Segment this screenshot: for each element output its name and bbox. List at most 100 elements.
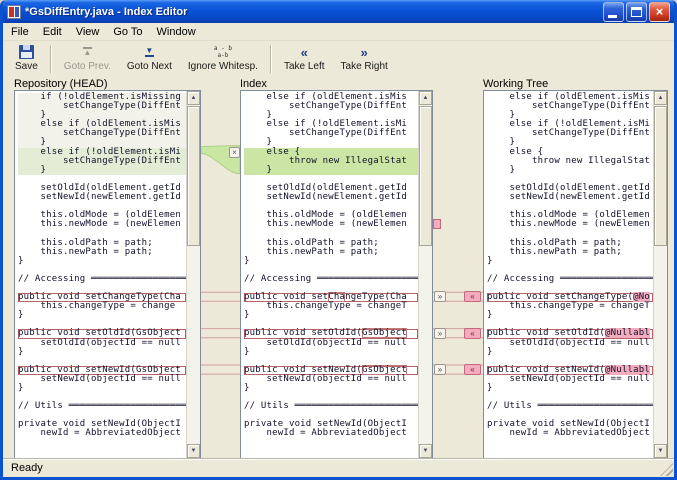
code-line: setOldId(objectId == null xyxy=(18,339,186,348)
code-line: setOldId(objectId == null xyxy=(244,339,418,348)
close-button[interactable]: × xyxy=(649,2,670,22)
code-line: } xyxy=(487,348,653,357)
minimize-icon xyxy=(608,15,617,18)
take-left-label: Take Left xyxy=(284,61,325,72)
copy-right-button[interactable]: » xyxy=(434,364,446,375)
close-icon: × xyxy=(650,3,669,21)
take-right-label: Take Right xyxy=(341,61,388,72)
code-line: setOldId(objectId == null xyxy=(487,339,653,348)
ignore-whitespace-icon: a - ba-b xyxy=(214,45,232,59)
goto-prev-label: Goto Prev. xyxy=(64,61,111,72)
code-line: setNewId(newElement.getId xyxy=(244,193,418,202)
code-line: } xyxy=(18,348,186,357)
code-line: } xyxy=(244,257,418,266)
toolbar-separator xyxy=(270,45,272,73)
title-bar[interactable]: *GsDiffEntry.java - Index Editor × xyxy=(3,0,674,23)
menu-goto[interactable]: Go To xyxy=(106,24,149,40)
scrollbar-index[interactable]: ▲ ▼ xyxy=(418,91,432,458)
code-line: } xyxy=(18,166,186,175)
code-line: newId = AbbreviatedObject xyxy=(244,429,418,438)
code-view-working-tree[interactable]: else if (oldElement.isMis setChangeType(… xyxy=(484,91,653,458)
minimize-button[interactable] xyxy=(603,2,624,22)
take-left-button[interactable]: « Take Left xyxy=(276,42,333,73)
scrollbar-repository[interactable]: ▲ ▼ xyxy=(186,91,200,458)
code-line: setNewId(objectId == null xyxy=(18,375,186,384)
code-view-repository[interactable]: if (!oldElement.isMissing setChangeType(… xyxy=(15,91,186,458)
copy-left-button[interactable]: « xyxy=(464,291,481,302)
code-line: } xyxy=(487,311,653,320)
change-connector-lines xyxy=(201,292,240,374)
window-controls: × xyxy=(603,2,670,22)
code-line: this.newPath = path; xyxy=(487,248,653,257)
code-line: this.newMode = (newElemen xyxy=(487,220,653,229)
window-title: *GsDiffEntry.java - Index Editor xyxy=(25,6,599,18)
diff-pane-index: else if (oldElement.isMis setChangeType(… xyxy=(240,90,433,459)
menu-edit[interactable]: Edit xyxy=(36,24,69,40)
ignore-whitespace-button[interactable]: a - ba-b Ignore Whitesp. xyxy=(180,42,266,73)
save-button[interactable]: Save xyxy=(7,42,46,73)
goto-prev-icon: ▲ xyxy=(83,47,92,57)
code-line: setNewId(objectId == null xyxy=(487,375,653,384)
take-right-button[interactable]: » Take Right xyxy=(333,42,396,73)
code-line: setNewId(newElement.getId xyxy=(487,193,653,202)
code-line: setNewId(objectId == null xyxy=(244,375,418,384)
goto-next-icon: ▼ xyxy=(145,47,154,57)
code-line: // Utils ═══════════════════════════════ xyxy=(487,402,653,411)
code-line: } xyxy=(244,348,418,357)
goto-prev-button[interactable]: ▲ Goto Prev. xyxy=(56,42,119,73)
scrollbar-working-tree[interactable]: ▲ ▼ xyxy=(653,91,667,458)
scroll-down-button[interactable]: ▼ xyxy=(419,444,432,458)
change-marker xyxy=(433,219,441,229)
diff-gutter-right: » « » « » « xyxy=(433,90,483,459)
code-line: } xyxy=(18,311,186,320)
copy-right-button[interactable]: » xyxy=(434,291,446,302)
copy-left-button[interactable]: « xyxy=(464,364,481,375)
pane-title-index: Index xyxy=(240,78,267,90)
diff-connector-right xyxy=(433,90,483,459)
scroll-down-button[interactable]: ▼ xyxy=(654,444,667,458)
goto-next-button[interactable]: ▼ Goto Next xyxy=(119,42,180,73)
scroll-up-button[interactable]: ▲ xyxy=(187,91,200,105)
diff-pane-repository: if (!oldElement.isMissing setChangeType(… xyxy=(14,90,201,459)
copy-right-button[interactable]: » xyxy=(434,328,446,339)
scroll-thumb[interactable] xyxy=(654,106,667,246)
code-line: } xyxy=(244,166,418,175)
code-line: this.changeType = changeT xyxy=(244,302,418,311)
scroll-up-button[interactable]: ▲ xyxy=(654,91,667,105)
code-line: } xyxy=(244,311,418,320)
diff-editor: Repository (HEAD) Index Working Tree if … xyxy=(3,78,674,458)
code-line: // Utils ═══════════════════════════════ xyxy=(18,402,186,411)
code-view-index[interactable]: else if (oldElement.isMis setChangeType(… xyxy=(241,91,418,458)
diff-connector-left xyxy=(201,90,240,459)
resize-grip[interactable] xyxy=(660,463,673,476)
code-line: } xyxy=(487,257,653,266)
code-line: } xyxy=(244,384,418,393)
app-window: *GsDiffEntry.java - Index Editor × File … xyxy=(0,0,677,480)
scroll-down-button[interactable]: ▼ xyxy=(187,444,200,458)
take-left-icon: « xyxy=(301,46,308,59)
code-line: // Utils ═══════════════════════════════ xyxy=(244,402,418,411)
toolbar: Save ▲ Goto Prev. ▼ Goto Next a - ba-b I… xyxy=(3,41,674,78)
scroll-thumb[interactable] xyxy=(419,106,432,246)
copy-left-button[interactable]: « xyxy=(464,328,481,339)
menu-file[interactable]: File xyxy=(4,24,36,40)
maximize-button[interactable] xyxy=(626,2,647,22)
dismiss-change-button[interactable]: × xyxy=(229,147,240,158)
save-label: Save xyxy=(15,61,38,72)
menu-bar: File Edit View Go To Window xyxy=(3,23,674,41)
menu-window[interactable]: Window xyxy=(150,24,203,40)
code-line: this.newPath = path; xyxy=(18,248,186,257)
code-line: } xyxy=(18,384,186,393)
status-text: Ready xyxy=(11,462,43,474)
code-line: this.changeType = changeT xyxy=(487,302,653,311)
code-line: newId = AbbreviatedObject xyxy=(18,429,186,438)
goto-next-label: Goto Next xyxy=(127,61,172,72)
code-line: newId = AbbreviatedObject xyxy=(487,429,653,438)
menu-view[interactable]: View xyxy=(69,24,107,40)
toolbar-separator xyxy=(50,45,52,73)
code-line: setNewId(newElement.getId xyxy=(18,193,186,202)
maximize-icon xyxy=(631,7,642,17)
scroll-up-button[interactable]: ▲ xyxy=(419,91,432,105)
code-line: // Accessing ══════════════════════════ xyxy=(18,275,186,284)
scroll-thumb[interactable] xyxy=(187,106,200,246)
